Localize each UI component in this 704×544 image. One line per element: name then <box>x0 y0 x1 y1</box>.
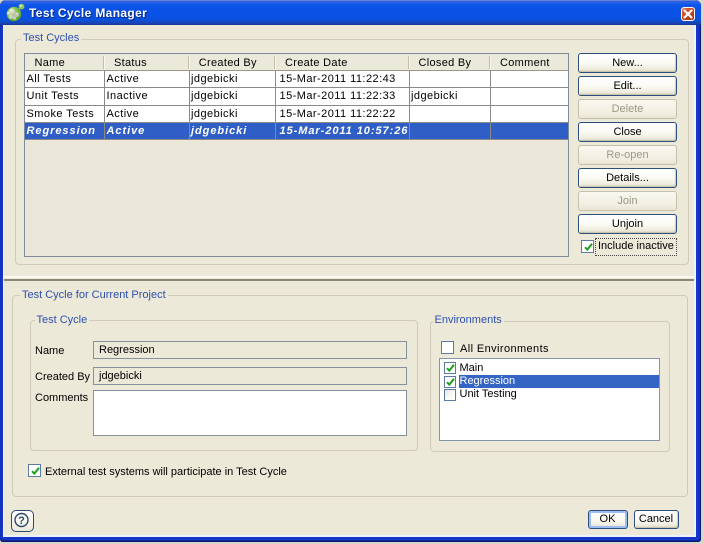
svg-text:?: ? <box>18 515 25 527</box>
